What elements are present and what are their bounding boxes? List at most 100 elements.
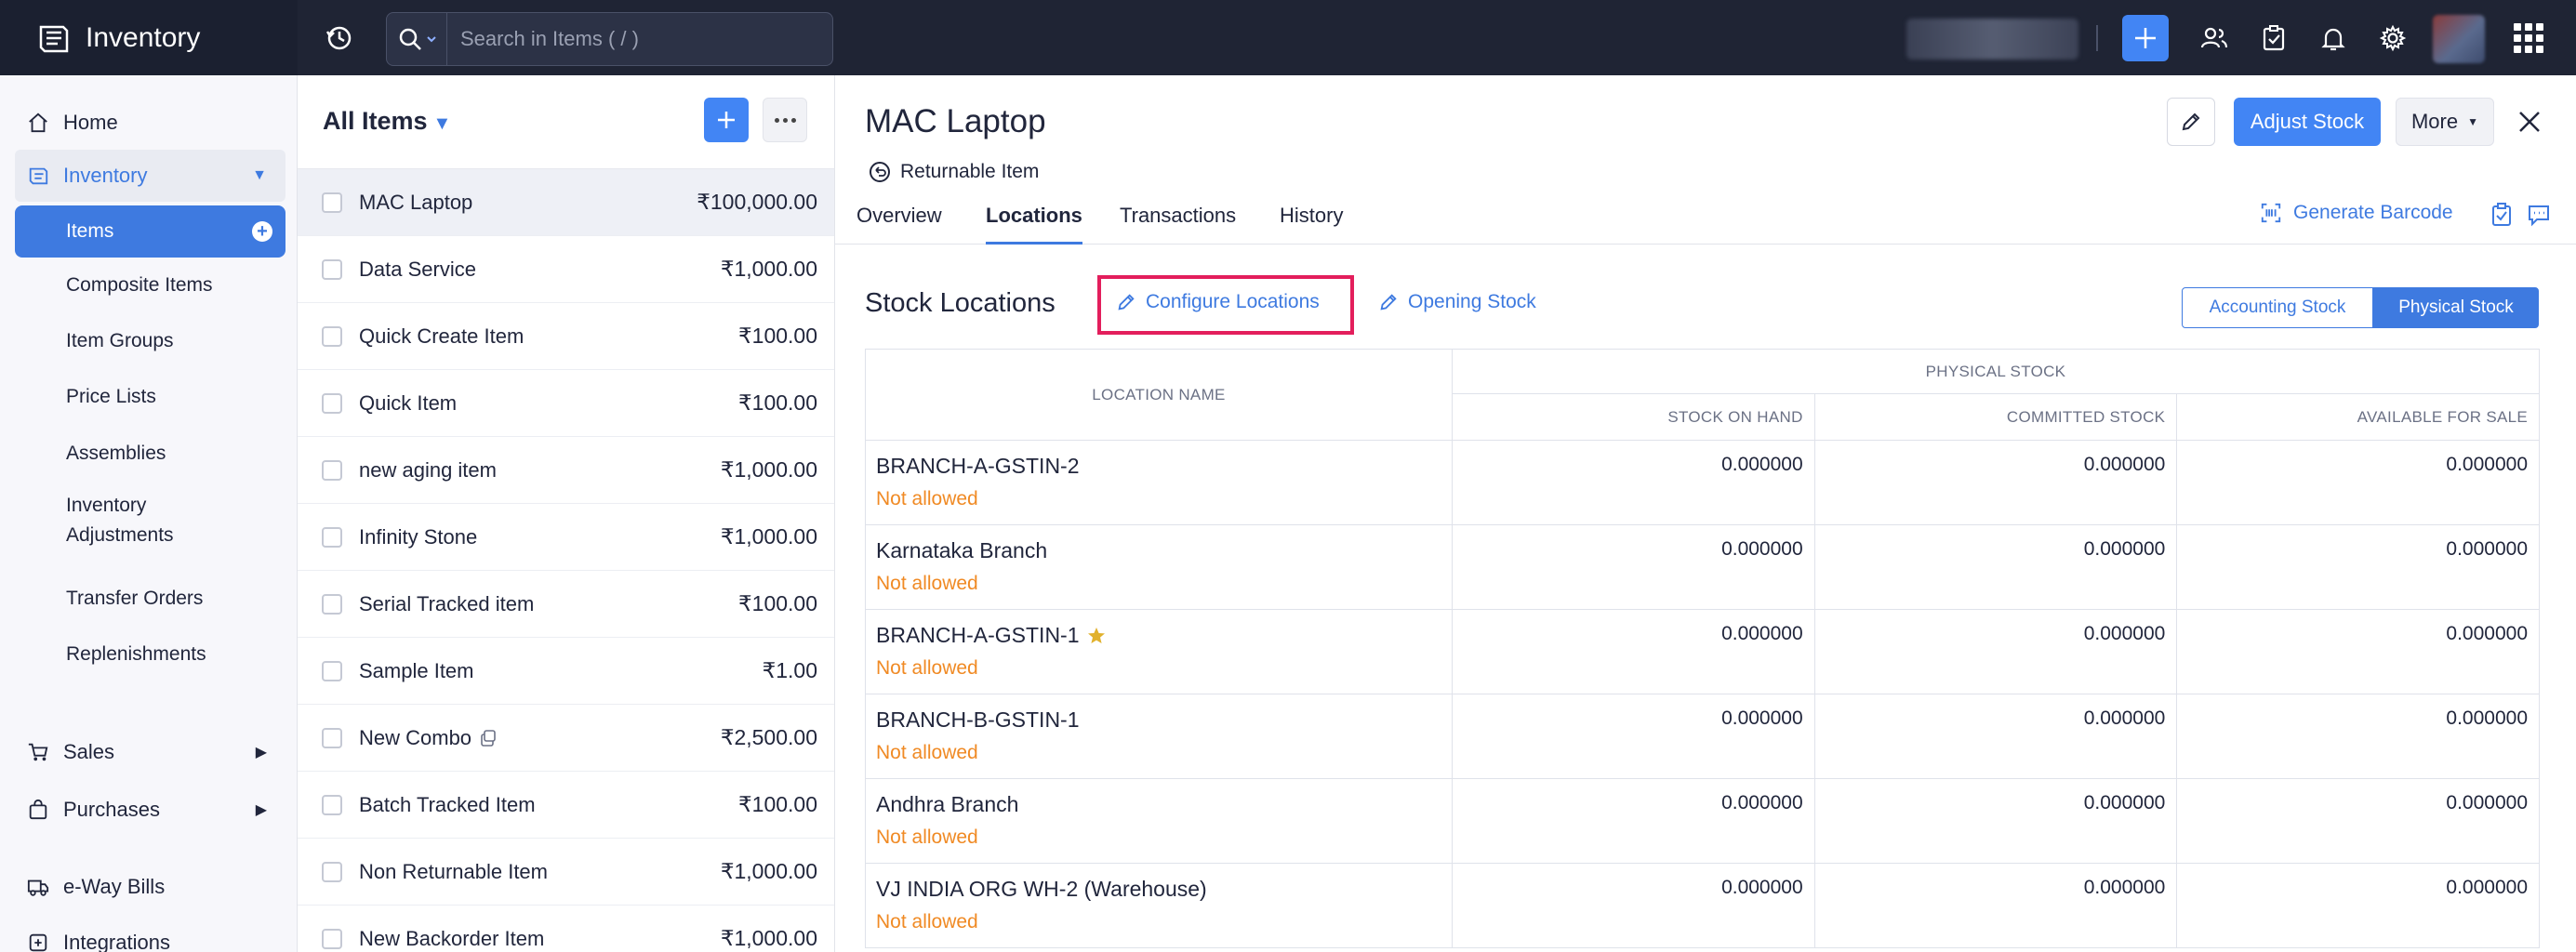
row-checkbox[interactable] [322, 727, 342, 748]
item-price: ₹2,500.00 [720, 725, 817, 749]
sidebar-item-inventory-adjustments[interactable]: Inventory Adjustments [15, 490, 219, 551]
inventory-logo-icon [35, 20, 73, 57]
list-item[interactable]: Quick Item ₹100.00 [298, 370, 834, 437]
global-search[interactable] [386, 12, 833, 66]
organization-switcher[interactable] [1906, 19, 2078, 60]
sidebar-item-composite-items[interactable]: Composite Items [15, 259, 285, 311]
item-name: New Combo [359, 725, 472, 749]
row-checkbox[interactable] [322, 325, 342, 347]
apps-grid-icon[interactable] [2513, 22, 2544, 54]
list-item[interactable]: Data Service ₹1,000.00 [298, 236, 834, 303]
list-item[interactable]: Sample Item ₹1.00 [298, 638, 834, 705]
sidebar-item-items[interactable]: Items + [15, 205, 285, 258]
caret-down-icon: ▼ [2467, 115, 2478, 128]
sidebar-item-purchases[interactable]: Purchases ▶ [15, 784, 285, 836]
tab-transactions[interactable]: Transactions [1120, 204, 1236, 245]
location-status: Not allowed [876, 573, 978, 594]
stock-type-toggle: Accounting Stock Physical Stock [2182, 287, 2539, 328]
list-item[interactable]: Non Returnable Item ₹1,000.00 [298, 839, 834, 906]
item-price: ₹100,000.00 [697, 190, 817, 214]
chevron-down-icon [426, 33, 437, 45]
edit-button[interactable] [2167, 98, 2215, 146]
plus-icon [715, 109, 737, 131]
location-status: Not allowed [876, 826, 978, 848]
sidebar-item-home[interactable]: Home [15, 97, 285, 149]
list-item[interactable]: Infinity Stone ₹1,000.00 [298, 504, 834, 571]
close-icon[interactable] [2513, 105, 2546, 139]
row-checkbox[interactable] [322, 928, 342, 949]
app-brand[interactable]: Inventory [0, 0, 298, 75]
more-menu-button[interactable]: More ▼ [2396, 98, 2494, 146]
tab-history[interactable]: History [1280, 204, 1343, 245]
item-detail-panel: MAC Laptop Returnable Item Adjust Stock … [835, 75, 2576, 952]
table-row: Karnataka Branch Not allowed 0.000000 0.000… [865, 524, 2540, 610]
list-item[interactable]: new aging item ₹1,000.00 [298, 437, 834, 504]
stock-value-cell: 0.000000 [1813, 524, 2178, 610]
search-input[interactable] [460, 27, 814, 51]
row-checkbox[interactable] [322, 526, 342, 548]
sidebar-item-label: Sales [63, 740, 115, 763]
bag-icon [26, 798, 50, 822]
row-checkbox[interactable] [322, 192, 342, 213]
all-items-view-selector[interactable]: All Items ▼ [323, 107, 451, 136]
item-name: New Backorder Item [359, 926, 545, 950]
sidebar-item-item-groups[interactable]: Item Groups [15, 315, 285, 367]
row-checkbox[interactable] [322, 258, 342, 280]
list-item[interactable]: New Combo ₹2,500.00 [298, 705, 834, 772]
stock-value-cell: 0.000000 [2176, 440, 2540, 525]
add-item-icon[interactable]: + [252, 221, 272, 242]
sidebar-item-price-lists[interactable]: Price Lists [15, 371, 285, 423]
sidebar: Home Inventory ▼ Items + Composite Items… [0, 75, 298, 952]
top-bar: Inventory [0, 0, 2576, 75]
returnable-label: Returnable Item [900, 161, 1040, 182]
row-checkbox[interactable] [322, 593, 342, 615]
tab-locations[interactable]: Locations [986, 204, 1082, 245]
stock-value-cell: 0.000000 [1813, 440, 2178, 525]
row-checkbox[interactable] [322, 794, 342, 815]
list-item[interactable]: MAC Laptop ₹100,000.00 [298, 169, 834, 236]
list-item[interactable]: Batch Tracked Item ₹100.00 [298, 772, 834, 839]
tasks-icon[interactable] [2258, 22, 2290, 54]
pencil-icon [1378, 292, 1399, 312]
sidebar-item-inventory[interactable]: Inventory ▼ [15, 150, 285, 202]
search-filter-dropdown[interactable] [387, 13, 447, 65]
gear-icon[interactable] [2377, 22, 2409, 54]
more-options-button[interactable] [763, 98, 807, 142]
item-name: Non Returnable Item [359, 859, 548, 883]
accounting-stock-toggle[interactable]: Accounting Stock [2182, 287, 2373, 328]
list-item[interactable]: Serial Tracked item ₹100.00 [298, 571, 834, 638]
quick-create-button[interactable] [2122, 15, 2169, 61]
configure-locations-link[interactable]: Configure Locations [1116, 291, 1320, 313]
table-row: BRANCH-A-GSTIN-2 Not allowed 0.000000 0.000… [865, 440, 2540, 525]
row-checkbox[interactable] [322, 861, 342, 882]
users-icon[interactable] [2198, 22, 2230, 54]
row-checkbox[interactable] [322, 660, 342, 681]
divider [2096, 25, 2098, 51]
row-checkbox[interactable] [322, 459, 342, 481]
chevron-down-icon: ▼ [432, 113, 452, 134]
sidebar-item-sales[interactable]: Sales ▶ [15, 726, 285, 778]
avatar[interactable] [2433, 15, 2485, 63]
sidebar-item-assemblies[interactable]: Assemblies [15, 428, 285, 480]
configure-locations-label: Configure Locations [1146, 291, 1320, 312]
row-checkbox[interactable] [322, 392, 342, 414]
sidebar-item-transfer-orders[interactable]: Transfer Orders [15, 573, 285, 625]
location-cell: Andhra Branch Not allowed [865, 778, 1453, 864]
bell-icon[interactable] [2317, 22, 2349, 54]
list-item[interactable]: New Backorder Item ₹1,000.00 [298, 906, 834, 952]
adjust-stock-button[interactable]: Adjust Stock [2234, 98, 2381, 146]
tab-overview[interactable]: Overview [856, 204, 942, 245]
checklist-icon[interactable] [2489, 202, 2518, 231]
sidebar-item-integrations[interactable]: Integrations [15, 917, 285, 952]
new-item-button[interactable] [704, 98, 749, 142]
comments-icon[interactable] [2526, 202, 2556, 231]
physical-stock-toggle[interactable]: Physical Stock [2373, 287, 2539, 328]
opening-stock-link[interactable]: Opening Stock [1378, 291, 1536, 313]
sidebar-item-replenishments[interactable]: Replenishments [15, 628, 285, 681]
generate-barcode-link[interactable]: Generate Barcode [2260, 202, 2453, 224]
sidebar-item-eway-bills[interactable]: e-Way Bills [15, 861, 285, 913]
list-item[interactable]: Quick Create Item ₹100.00 [298, 303, 834, 370]
recent-history-icon[interactable] [322, 20, 357, 56]
more-label: More [2410, 110, 2459, 133]
item-price: ₹1,000.00 [720, 859, 817, 883]
